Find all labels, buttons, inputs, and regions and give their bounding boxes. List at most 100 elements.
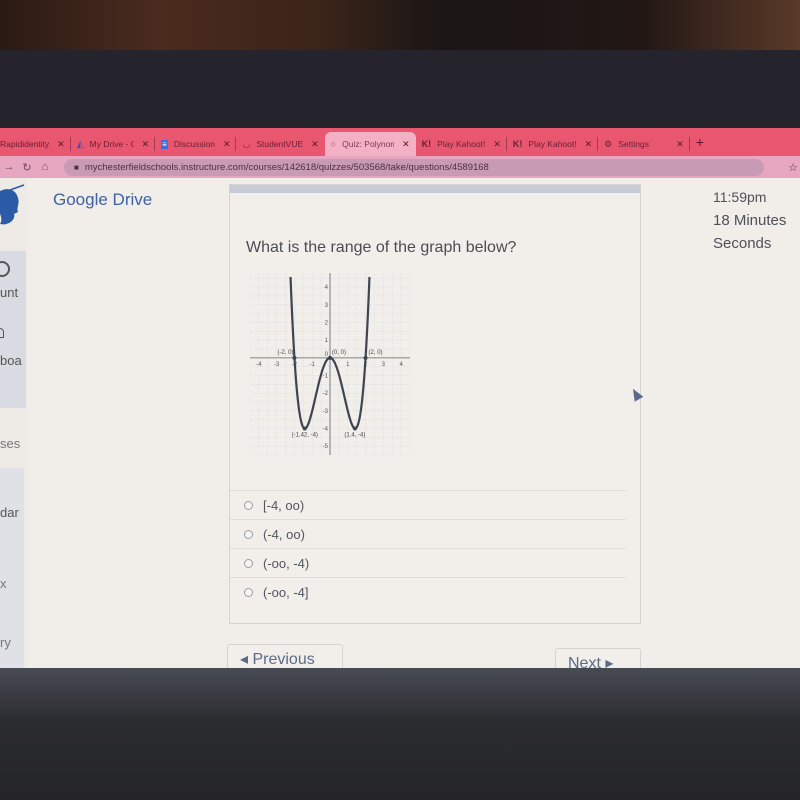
answer-option[interactable]: (-4, oo) <box>230 519 626 548</box>
sidebar-item-label: boa <box>0 353 22 368</box>
answer-label: [-4, oo) <box>263 497 305 513</box>
y-tick-label: 1 <box>325 338 329 344</box>
close-icon[interactable]: ✕ <box>311 139 319 150</box>
y-tick-label: -1 <box>323 373 329 379</box>
tab-label: Play Kahoot! <box>528 139 577 149</box>
data-point <box>328 355 332 360</box>
sidebar-item-label: ses <box>0 436 21 451</box>
close-icon[interactable]: ✕ <box>142 139 150 150</box>
sidebar-item-account[interactable]: unt <box>0 285 27 300</box>
tab-settings[interactable]: ⚙ Settings ✕ <box>598 133 690 155</box>
forward-icon[interactable]: → <box>0 161 18 173</box>
tab-my-drive[interactable]: ◭ My Drive - Google Drive ✕ <box>71 133 156 155</box>
school-logo-icon[interactable] <box>0 184 26 232</box>
sidebar-item-dashboard[interactable]: boa <box>0 353 27 368</box>
tab-label: Rapididentity <box>0 139 50 149</box>
data-label: (0, 0) <box>332 350 346 356</box>
data-label: (1.4, -4) <box>344 432 365 438</box>
home-icon[interactable]: ⌂ <box>36 161 54 173</box>
radio-button[interactable] <box>244 587 253 597</box>
canvas-page: unt boa ses dar x ry Google Drive What i… <box>0 178 800 668</box>
close-icon[interactable]: ✕ <box>57 139 65 150</box>
kahoot-icon: K! <box>421 139 432 149</box>
data-point <box>292 355 297 360</box>
tab-label: My Drive - Google Drive <box>89 139 134 149</box>
y-tick-label: 3 <box>325 303 329 309</box>
tab-strip: Rapididentity ✕ ◭ My Drive - Google Driv… <box>0 128 800 156</box>
sidebar-item-label: ry <box>0 635 11 650</box>
close-icon[interactable]: ✕ <box>402 139 410 150</box>
kahoot-icon: K! <box>512 139 523 149</box>
photo-background-top <box>0 0 800 50</box>
sidebar-item-label: unt <box>0 285 19 300</box>
sidebar-item-history[interactable]: ry <box>0 635 27 650</box>
polynomial-graph: -4 -3 -2 -1 1 2 3 44321-1-2-3-4-50(-2, 0) (0, 0)… <box>250 273 410 455</box>
quiz-timer: 11:59pm 18 Minutes Seconds <box>713 186 786 255</box>
data-label: (-2, 0) <box>277 350 293 356</box>
answer-option[interactable]: (-oo, -4] <box>230 577 626 606</box>
question-text: What is the range of the graph below? <box>246 239 517 256</box>
seconds-remaining: Seconds <box>713 235 772 252</box>
x-tick-label: -1 <box>310 362 316 368</box>
due-time: 11:59pm <box>713 189 767 205</box>
radio-button[interactable] <box>244 500 253 510</box>
tab-label: Quiz: Polynomials <box>342 139 395 149</box>
sidebar-item-courses[interactable]: ses <box>0 436 27 451</box>
tab-label: Discussion <box>173 139 215 149</box>
tab-label: StudentVUE <box>256 139 304 149</box>
x-tick-label: 4 <box>399 362 403 368</box>
tab-play-kahoot-1[interactable]: K! Play Kahoot! ✕ <box>416 133 508 155</box>
monitor-bezel-top <box>0 50 800 128</box>
radio-button[interactable] <box>244 558 253 568</box>
close-icon[interactable]: ✕ <box>585 139 593 150</box>
address-bar-row: → ↻ ⌂ ■ mychesterfieldschools.instructur… <box>0 156 800 178</box>
y-tick-label: -5 <box>323 444 329 450</box>
sidebar-item-label: dar <box>0 505 19 520</box>
close-icon[interactable]: ✕ <box>493 139 501 150</box>
y-tick-label: -3 <box>323 409 329 415</box>
bookmark-star-icon[interactable]: ☆ <box>788 161 798 174</box>
answer-label: (-oo, -4) <box>263 555 310 571</box>
next-button[interactable]: Next ▸ <box>555 648 641 668</box>
tab-play-kahoot-2[interactable]: K! Play Kahoot! ✕ <box>507 133 599 155</box>
loading-circle-icon: ○ <box>330 139 337 149</box>
tab-label: Play Kahoot! <box>437 139 486 149</box>
answer-option[interactable]: (-oo, -4) <box>230 548 626 577</box>
quiz-question-card: What is the range of the graph below? -4… <box>229 184 641 624</box>
tab-label: Settings <box>618 139 649 149</box>
radio-button[interactable] <box>244 529 253 539</box>
close-icon[interactable]: ✕ <box>223 139 231 150</box>
data-label: (-1.42, -4) <box>292 432 318 438</box>
data-point <box>302 426 307 431</box>
answer-label: (-4, oo) <box>263 526 305 542</box>
new-tab-button[interactable]: + <box>696 134 704 150</box>
data-point <box>352 426 357 431</box>
google-docs-icon: ≡ <box>161 139 168 149</box>
answer-label: (-oo, -4] <box>263 584 309 600</box>
url-input[interactable]: ■ mychesterfieldschools.instructure.com/… <box>64 158 764 176</box>
tab-quiz-polynomials[interactable]: ○ Quiz: Polynomials ✕ <box>324 132 416 156</box>
origin-label: 0 <box>325 352 329 358</box>
reload-icon[interactable]: ↻ <box>18 161 36 174</box>
data-label: (2, 0) <box>369 350 383 356</box>
url-text: mychesterfieldschools.instructure.com/co… <box>84 161 489 173</box>
google-drive-icon: ◭ <box>76 138 84 149</box>
sidebar-item-calendar[interactable]: dar <box>0 505 27 520</box>
question-header <box>230 185 640 193</box>
course-nav-google-drive[interactable]: Google Drive <box>53 190 152 210</box>
loading-spinner-icon: ◡ <box>242 138 251 149</box>
browser-window: Rapididentity ✕ ◭ My Drive - Google Driv… <box>0 128 800 668</box>
tab-discussion[interactable]: ≡ Discussion ✕ <box>155 133 237 155</box>
y-tick-label: 4 <box>325 285 329 291</box>
tab-rapididentity[interactable]: Rapididentity ✕ <box>0 133 71 155</box>
minutes-remaining: 18 Minutes <box>713 212 787 229</box>
previous-button[interactable]: ◂ Previous <box>227 644 343 668</box>
sidebar-item-inbox[interactable]: x <box>0 576 27 591</box>
answer-option[interactable]: [-4, oo) <box>230 490 626 519</box>
lock-icon: ■ <box>74 162 79 172</box>
gear-icon: ⚙ <box>604 138 613 149</box>
dashboard-icon[interactable] <box>0 328 4 338</box>
tab-studentvue[interactable]: ◡ StudentVUE ✕ <box>236 133 324 155</box>
close-icon[interactable]: ✕ <box>676 139 684 150</box>
y-tick-label: -4 <box>323 426 329 432</box>
